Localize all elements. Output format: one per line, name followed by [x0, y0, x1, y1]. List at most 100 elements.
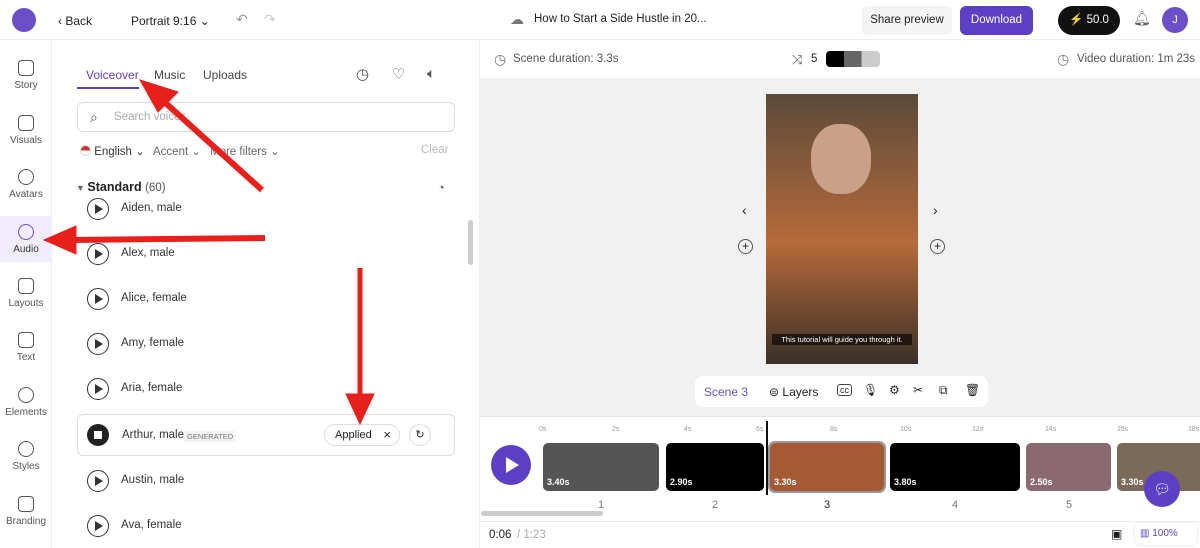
list-item[interactable]: Alice, female — [77, 278, 455, 320]
tick-label: 12s — [972, 426, 984, 433]
redo-icon[interactable]: ↷ — [264, 11, 276, 28]
logo-icon[interactable] — [12, 8, 36, 32]
chevron-right-icon[interactable]: › — [933, 202, 938, 218]
sidebar-label: Story — [14, 80, 38, 91]
tick-label: 2s — [612, 426, 620, 433]
sidebar-item-audio[interactable]: Audio — [0, 216, 52, 262]
tick-label: 18s — [1188, 426, 1200, 433]
section-standard[interactable]: ▼ Standard (60) — [76, 180, 166, 194]
list-item[interactable]: Amy, female — [77, 323, 455, 365]
project-title[interactable]: How to Start a Side Hustle in 20... — [534, 13, 707, 25]
add-scene-after-icon[interactable]: + — [930, 239, 945, 254]
clear-button[interactable]: Clear — [421, 144, 448, 156]
stop-icon[interactable] — [87, 424, 109, 446]
undo-icon[interactable]: ↶ — [236, 11, 248, 28]
search-input[interactable]: ⌕ Search voices — [77, 102, 455, 132]
close-icon[interactable]: × — [383, 425, 391, 445]
scene-clip-5[interactable]: 2.50s — [1026, 443, 1111, 491]
sidebar-item-branding[interactable]: Branding — [0, 496, 52, 527]
back-label: Back — [65, 14, 93, 28]
captions-icon[interactable]: cc — [837, 384, 852, 396]
play-icon[interactable] — [87, 333, 109, 355]
list-item[interactable]: Ava, female — [77, 505, 455, 547]
scene-clip-1[interactable]: 3.40s — [543, 443, 659, 491]
sidebar: Story Visuals Avatars Audio Layouts Text… — [0, 40, 52, 548]
avatar[interactable]: J — [1162, 7, 1188, 33]
scene-label[interactable]: Scene 3 — [704, 385, 748, 399]
chat-icon[interactable]: 💬︎ — [1144, 471, 1180, 507]
story-icon — [18, 60, 34, 76]
preview-stage: This tutorial will guide you through it.… — [480, 78, 1200, 416]
tab-voiceover[interactable]: Voiceover — [86, 68, 139, 82]
section-title: Standard — [87, 180, 142, 194]
play-icon[interactable] — [87, 515, 109, 537]
cloud-saved-icon: ☁ — [510, 11, 524, 27]
list-item[interactable]: Aiden, male — [77, 196, 455, 230]
list-item[interactable]: Austin, male — [77, 460, 455, 502]
accent-filter[interactable]: Accent ⌄ — [153, 144, 201, 158]
history-icon[interactable]: ◷ — [356, 65, 369, 83]
chevron-down-icon: ⌄ — [199, 14, 210, 28]
more-filters[interactable]: More filters ⌄ — [210, 144, 280, 158]
heart-icon[interactable]: ♡ — [392, 65, 405, 83]
bell-icon[interactable]: 🔔︎ — [1133, 10, 1151, 27]
credits-badge[interactable]: ⚡ 50.0 — [1058, 6, 1120, 35]
play-icon[interactable] — [87, 243, 109, 265]
applied-chip[interactable]: Applied × — [324, 424, 400, 446]
speed-icon[interactable]: ◔ — [437, 180, 445, 195]
tick-label: 8s — [830, 426, 838, 433]
preview-mode-icon[interactable]: ▣ — [1111, 527, 1122, 541]
add-scene-before-icon[interactable]: + — [738, 239, 753, 254]
tab-music[interactable]: Music — [154, 68, 185, 82]
list-item[interactable]: Alex, male — [77, 233, 455, 275]
video-preview[interactable]: This tutorial will guide you through it. — [766, 94, 918, 364]
top-bar: ‹ Back Portrait 9:16 ⌄ ↶ ↷ ☁ How to Star… — [0, 0, 1200, 40]
play-icon[interactable] — [87, 470, 109, 492]
scene-clip-4[interactable]: 3.80s — [890, 443, 1020, 491]
sidebar-item-avatars[interactable]: Avatars — [0, 169, 52, 200]
play-icon[interactable] — [87, 378, 109, 400]
list-item[interactable]: Aria, female — [77, 368, 455, 410]
zoom-control[interactable]: ▥ 100% — [1135, 523, 1197, 545]
sidebar-item-visuals[interactable]: Visuals — [0, 115, 52, 146]
layers-button[interactable]: ⊜ Layers — [769, 385, 818, 399]
color-palette-swatch[interactable] — [826, 51, 880, 67]
chevron-left-icon[interactable]: ‹ — [742, 202, 747, 218]
sidebar-item-story[interactable]: Story — [0, 60, 52, 91]
timeline-scrollbar[interactable] — [481, 511, 603, 516]
playhead[interactable] — [766, 421, 768, 495]
scene-info-bar: ◷ Scene duration: 3.3s ⤨ 5 ◷ Video durat… — [480, 40, 1200, 78]
play-icon[interactable] — [87, 288, 109, 310]
list-item-selected[interactable]: Arthur, male GENERATED Applied × ↻ — [77, 414, 455, 456]
sidebar-item-layouts[interactable]: Layouts — [0, 278, 52, 309]
branding-icon — [18, 496, 34, 512]
scissors-icon[interactable]: ✂ — [913, 383, 923, 397]
sidebar-item-text[interactable]: Text — [0, 332, 52, 363]
elements-icon — [18, 387, 34, 403]
play-button[interactable] — [491, 445, 531, 485]
format-dropdown[interactable]: Portrait 9:16 ⌄ — [131, 14, 210, 28]
download-button[interactable]: Download — [960, 6, 1033, 35]
voice-name: Arthur, male — [122, 429, 184, 441]
refresh-icon[interactable]: ↻ — [409, 424, 431, 446]
scene-clip-3[interactable]: 3.30s — [768, 441, 886, 493]
play-icon[interactable] — [87, 198, 109, 220]
scrollbar[interactable] — [468, 220, 473, 265]
settings-icon[interactable]: ⚙ — [889, 383, 900, 397]
volume-icon[interactable]: 🔈︎ — [427, 65, 435, 82]
trash-icon[interactable]: 🗑︎ — [965, 383, 980, 397]
zoom-value: 100% — [1152, 528, 1178, 539]
voice-name: Ava, female — [121, 519, 182, 531]
back-button[interactable]: ‹ Back — [58, 14, 92, 28]
shuffle-icon[interactable]: ⤨ — [792, 52, 802, 68]
scene-clip-2[interactable]: 2.90s — [666, 443, 764, 491]
sidebar-item-styles[interactable]: Styles — [0, 441, 52, 472]
sidebar-label: Layouts — [8, 298, 44, 309]
tab-uploads[interactable]: Uploads — [203, 68, 247, 82]
voice-name: Alice, female — [121, 292, 187, 304]
language-filter[interactable]: English ⌄ — [80, 144, 145, 158]
microphone-icon[interactable]: 🎙︎ — [863, 383, 878, 397]
duplicate-icon[interactable]: ⧉ — [939, 383, 948, 398]
share-preview-button[interactable]: Share preview — [862, 6, 952, 35]
sidebar-item-elements[interactable]: Elements — [0, 387, 52, 418]
